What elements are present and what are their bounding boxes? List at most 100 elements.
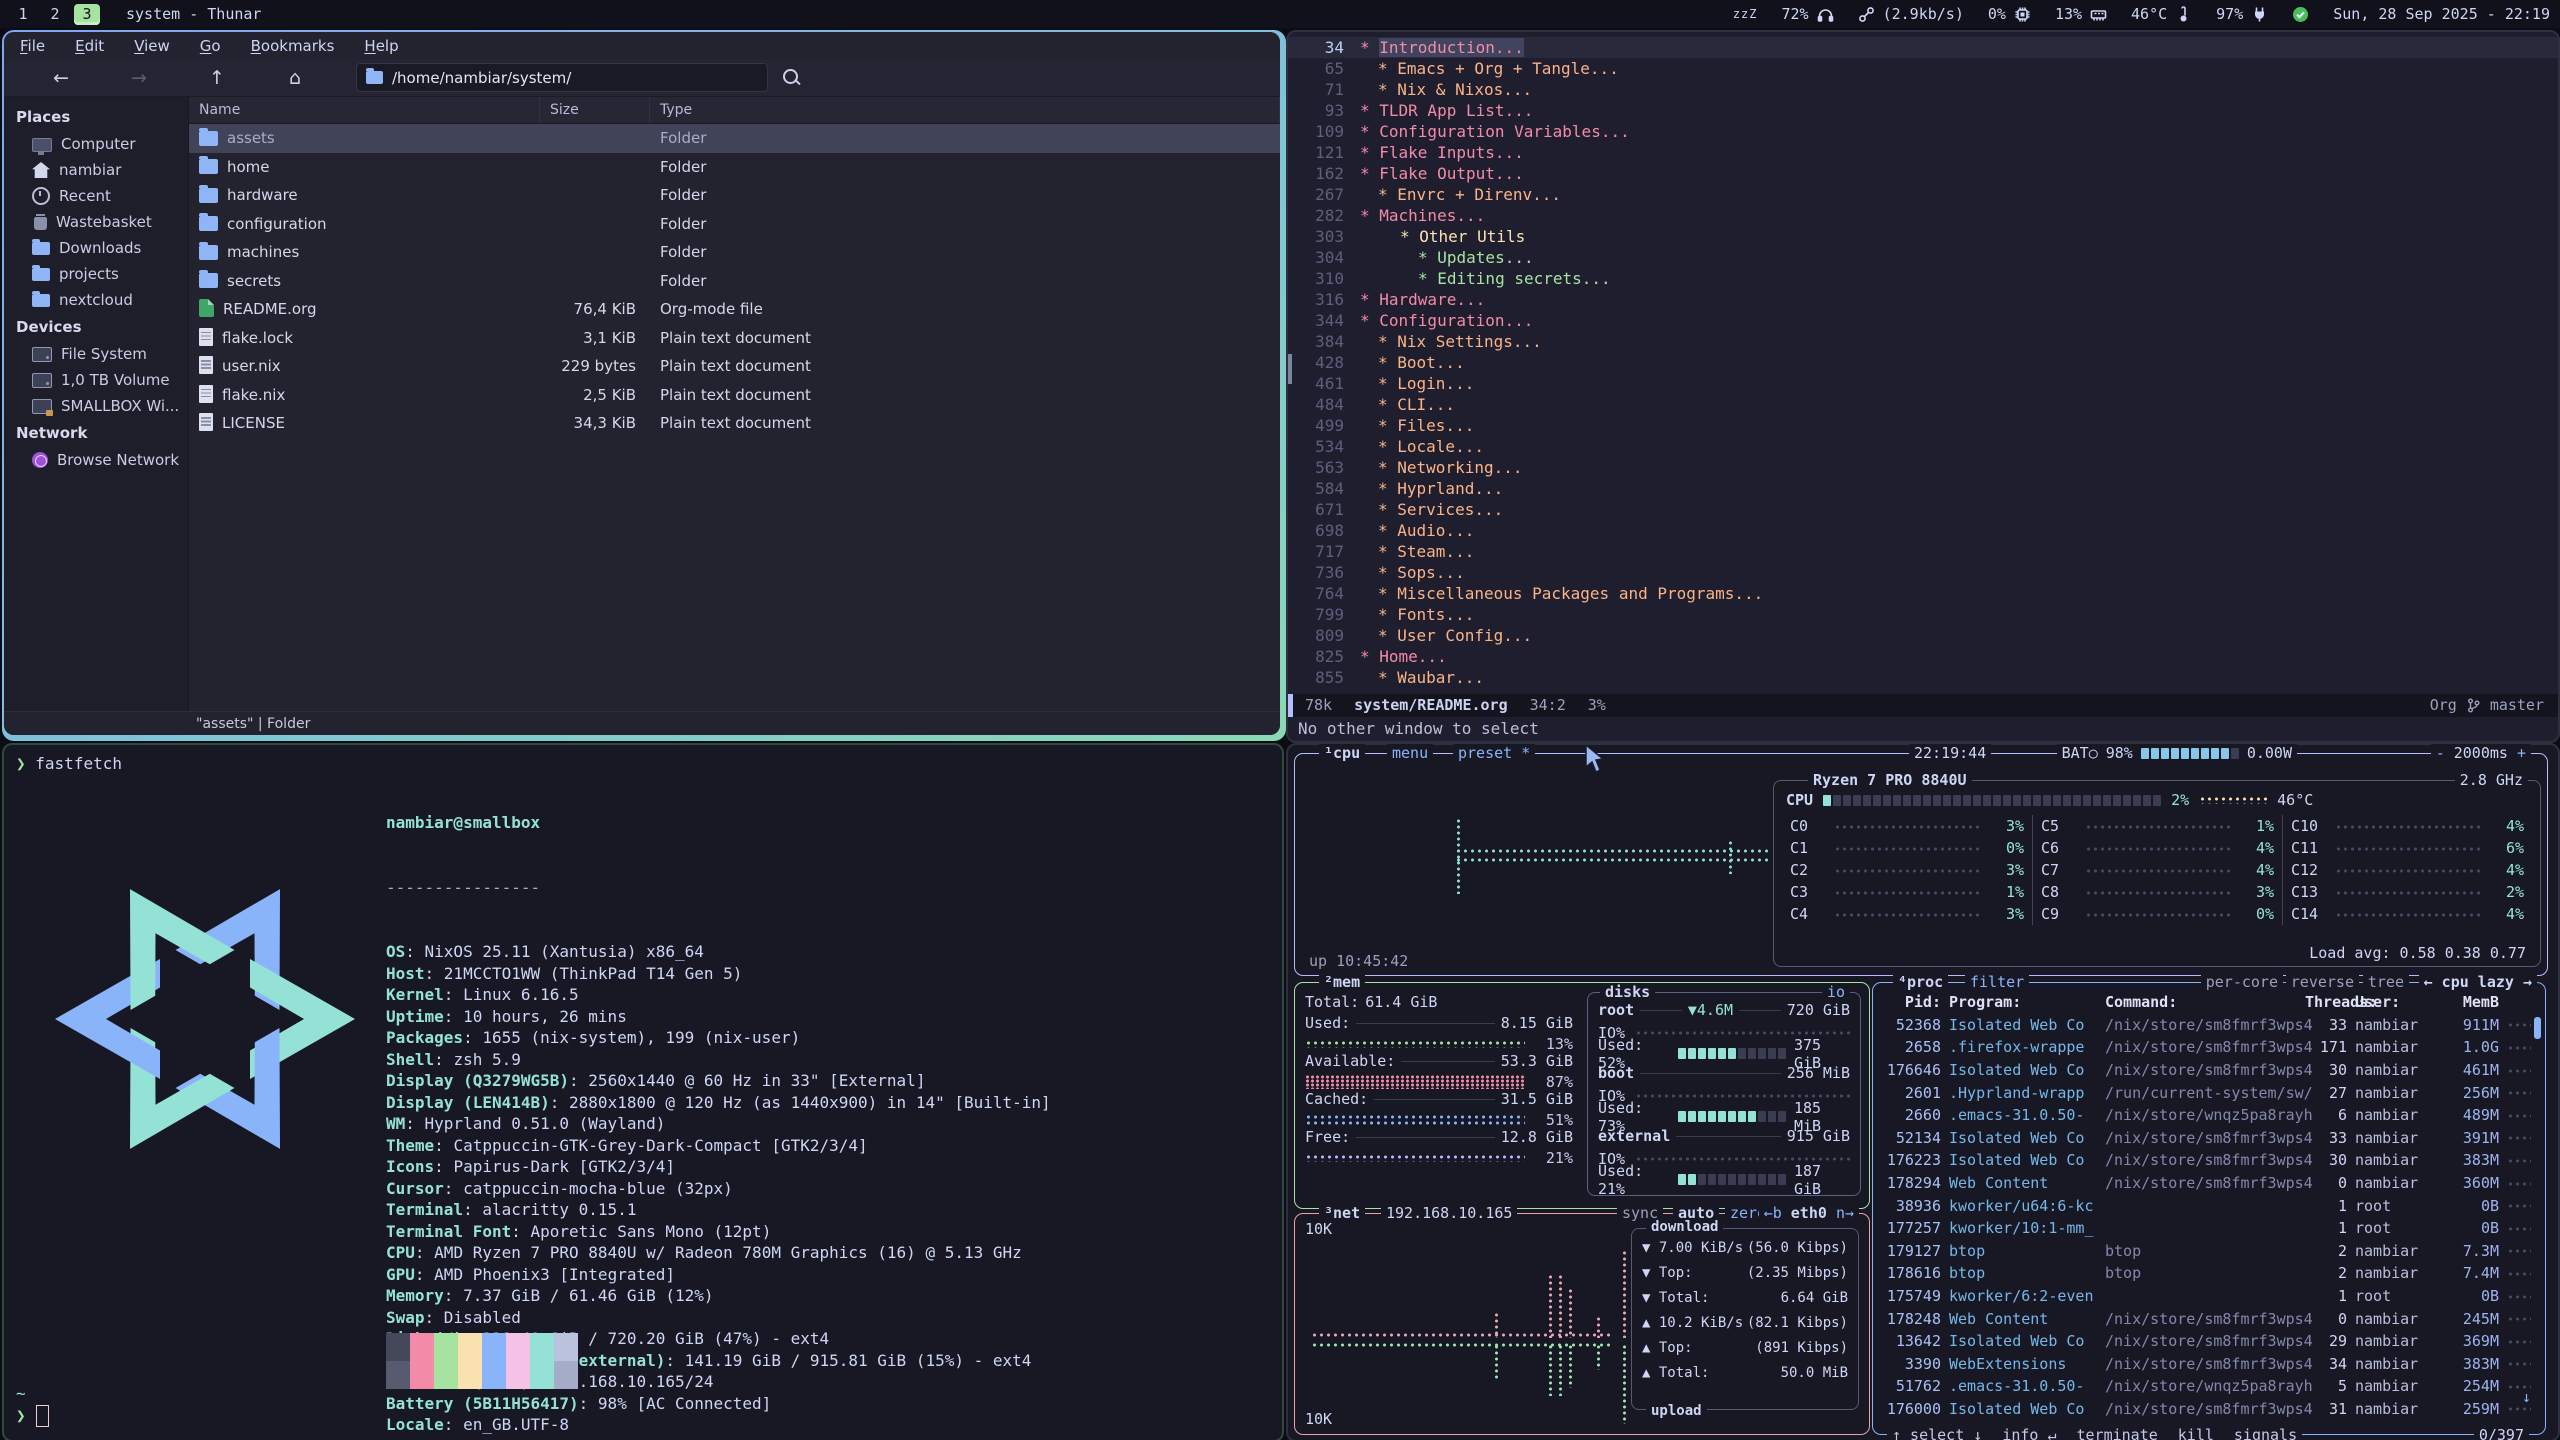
sidebar-item-nextcloud[interactable]: nextcloud	[4, 287, 188, 313]
file-row[interactable]: configurationFolder	[189, 210, 1280, 239]
file-row[interactable]: user.nix229 bytesPlain text document	[189, 352, 1280, 381]
kill-action[interactable]: kill	[2178, 1426, 2214, 1440]
temperature-module[interactable]: 46°C	[2131, 5, 2192, 23]
signals-action[interactable]: signals	[2234, 1426, 2297, 1440]
proc-row[interactable]: 176000Isolated Web Co/nix/store/sm8fmrf3…	[1881, 1398, 2531, 1421]
per-core-button[interactable]: per-core	[2201, 973, 2283, 991]
disks-io-toggle[interactable]: io	[1822, 983, 1850, 1001]
proc-row[interactable]: 38936kworker/u64:6-kc1root0B0.0	[1881, 1194, 2531, 1217]
sidebar-item-smallbox-wi-[interactable]: SMALLBOX Wi...	[4, 393, 188, 419]
workspace-button[interactable]: 3	[74, 4, 100, 25]
back-button[interactable]: ←	[44, 64, 78, 92]
proc-row[interactable]: 176646Isolated Web Co/nix/store/sm8fmrf3…	[1881, 1059, 2531, 1082]
proc-header[interactable]: Pid:	[1881, 993, 1941, 1011]
file-row[interactable]: flake.lock3,1 KiBPlain text document	[189, 324, 1280, 353]
column-header-name[interactable]: Name	[189, 97, 540, 123]
proc-row[interactable]: 178616btopbtop2nambiar7.4M0.0	[1881, 1262, 2531, 1285]
proc-header[interactable]: Threads:	[2305, 993, 2347, 1011]
menu-button[interactable]: menu	[1387, 744, 1433, 762]
menu-item-view[interactable]: View	[134, 37, 170, 55]
filter-button[interactable]: filter	[1965, 973, 2029, 991]
proc-row[interactable]: 2601.Hyprland-wrapp/run/current-system/s…	[1881, 1081, 2531, 1104]
home-button[interactable]: ⌂	[278, 64, 312, 92]
trash-icon	[34, 217, 47, 230]
sidebar-item-file-system[interactable]: File System	[4, 341, 188, 367]
proc-scrollbar[interactable]	[2534, 1017, 2541, 1039]
disk-entry[interactable]: root▼4.6M720 GiBIO%Used: 52%375 GiB	[1588, 1001, 1860, 1064]
proc-row[interactable]: 52368Isolated Web Co/nix/store/sm8fmrf3w…	[1881, 1014, 2531, 1037]
waybar: 123 system - Thunar zzZ 72% (2.9kb/s) 0%	[0, 0, 2560, 28]
scroll-down-indicator[interactable]: ↓	[2522, 1388, 2531, 1406]
shell-prompt[interactable]: ❯	[16, 1405, 49, 1427]
proc-row[interactable]: 2660.emacs-31.0.50-/nix/store/wnqz5pa8ra…	[1881, 1104, 2531, 1127]
sidebar-item-wastebasket[interactable]: Wastebasket	[4, 209, 188, 235]
battery-module[interactable]: 97%	[2216, 5, 2268, 23]
file-row[interactable]: homeFolder	[189, 153, 1280, 182]
info-action[interactable]: info ↵	[2002, 1426, 2056, 1440]
proc-header[interactable]: Program:	[1949, 993, 2097, 1011]
sidebar-item-nambiar[interactable]: nambiar	[4, 157, 188, 183]
sidebar-item-1-0-tb-volume[interactable]: 1,0 TB Volume	[4, 367, 188, 393]
proc-header[interactable]: Command:	[2105, 993, 2297, 1011]
sort-selector[interactable]: ← cpu lazy →	[2419, 973, 2537, 991]
path-bar[interactable]: /home/nambiar/system/	[356, 63, 768, 92]
proc-row[interactable]: 51762.emacs-31.0.50-/nix/store/wnqz5pa8r…	[1881, 1375, 2531, 1398]
workspace-button[interactable]: 1	[10, 4, 36, 25]
network-module[interactable]: (2.9kb/s)	[1858, 5, 1964, 23]
file-row[interactable]: hardwareFolder	[189, 181, 1280, 210]
cpu-module[interactable]: 0%	[1988, 5, 2031, 23]
proc-row[interactable]: 176223Isolated Web Co/nix/store/sm8fmrf3…	[1881, 1149, 2531, 1172]
disk-entry[interactable]: external915 GiBIO%Used: 21%187 GiB	[1588, 1127, 1860, 1190]
file-row[interactable]: assetsFolder	[189, 124, 1280, 153]
up-button[interactable]: ↑	[200, 64, 234, 92]
proc-row[interactable]: 52134Isolated Web Co/nix/store/sm8fmrf3w…	[1881, 1127, 2531, 1150]
sidebar-item-projects[interactable]: projects	[4, 261, 188, 287]
mem-tab[interactable]: ²mem	[1319, 973, 1365, 991]
preset-button[interactable]: preset *	[1453, 744, 1535, 762]
proc-tab[interactable]: ⁴proc	[1893, 973, 1948, 991]
column-header-size[interactable]: Size	[540, 97, 650, 123]
proc-row[interactable]: 2658.firefox-wrappe/nix/store/sm8fmrf3wp…	[1881, 1036, 2531, 1059]
clock-module[interactable]: Sun, 28 Sep 2025 - 22:19	[2333, 5, 2550, 23]
forward-button[interactable]: →	[122, 64, 156, 92]
proc-row[interactable]: 3390WebExtensions/nix/store/sm8fmrf3wps4…	[1881, 1353, 2531, 1376]
terminal-window[interactable]: ❯ fastfetch nambiar@smallbox -----------…	[2, 743, 1284, 1440]
menu-item-help[interactable]: Help	[364, 37, 398, 55]
terminate-action[interactable]: terminate	[2077, 1426, 2158, 1440]
proc-row[interactable]: 178248Web Content/nix/store/sm8fmrf3wps4…	[1881, 1307, 2531, 1330]
sidebar-item-downloads[interactable]: Downloads	[4, 235, 188, 261]
menu-item-bookmarks[interactable]: Bookmarks	[251, 37, 335, 55]
cpu-tab[interactable]: ¹cpu	[1319, 744, 1365, 762]
reverse-button[interactable]: reverse	[2286, 973, 2359, 991]
status-ok-module[interactable]	[2292, 6, 2309, 23]
menu-item-edit[interactable]: Edit	[75, 37, 104, 55]
idle-inhibitor-module[interactable]: zzZ	[1733, 7, 1758, 21]
volume-module[interactable]: 72%	[1782, 5, 1834, 23]
proc-row[interactable]: 177257kworker/10:1-mm_1root0B0.0	[1881, 1217, 2531, 1240]
file-row[interactable]: README.org76,4 KiBOrg-mode file	[189, 295, 1280, 324]
tree-button[interactable]: tree	[2363, 973, 2409, 991]
disk-entry[interactable]: boot256 MiBIO%Used: 73%185 MiB	[1588, 1064, 1860, 1127]
search-button[interactable]	[778, 65, 804, 91]
select-action[interactable]: ↑ select ↓	[1892, 1426, 1982, 1440]
proc-row[interactable]: 179127btopbtop2nambiar7.3M0.0	[1881, 1240, 2531, 1263]
workspace-button[interactable]: 2	[42, 4, 68, 25]
file-row[interactable]: machinesFolder	[189, 238, 1280, 267]
file-row[interactable]: flake.nix2,5 KiBPlain text document	[189, 381, 1280, 410]
proc-header[interactable]: MemB	[2443, 993, 2499, 1011]
sidebar-item-computer[interactable]: Computer	[4, 131, 188, 157]
column-header-type[interactable]: Type	[650, 97, 1280, 123]
sidebar-item-recent[interactable]: Recent	[4, 183, 188, 209]
sidebar-item-browse-network[interactable]: Browse Network	[4, 447, 188, 473]
menu-item-file[interactable]: File	[20, 37, 45, 55]
net-interface[interactable]: ←b eth0 n→	[1759, 1204, 1859, 1222]
proc-row[interactable]: 178294Web Content/nix/store/sm8fmrf3wps4…	[1881, 1172, 2531, 1195]
file-row[interactable]: LICENSE34,3 KiBPlain text document	[189, 409, 1280, 438]
memory-module[interactable]: 13%	[2055, 5, 2107, 23]
update-interval[interactable]: - 2000ms +	[2431, 744, 2531, 762]
menu-item-go[interactable]: Go	[200, 37, 221, 55]
proc-header[interactable]: User:	[2355, 993, 2435, 1011]
proc-row[interactable]: 13642Isolated Web Co/nix/store/sm8fmrf3w…	[1881, 1330, 2531, 1353]
proc-row[interactable]: 175749kworker/6:2-even1root0B0.0	[1881, 1285, 2531, 1308]
file-row[interactable]: secretsFolder	[189, 267, 1280, 296]
